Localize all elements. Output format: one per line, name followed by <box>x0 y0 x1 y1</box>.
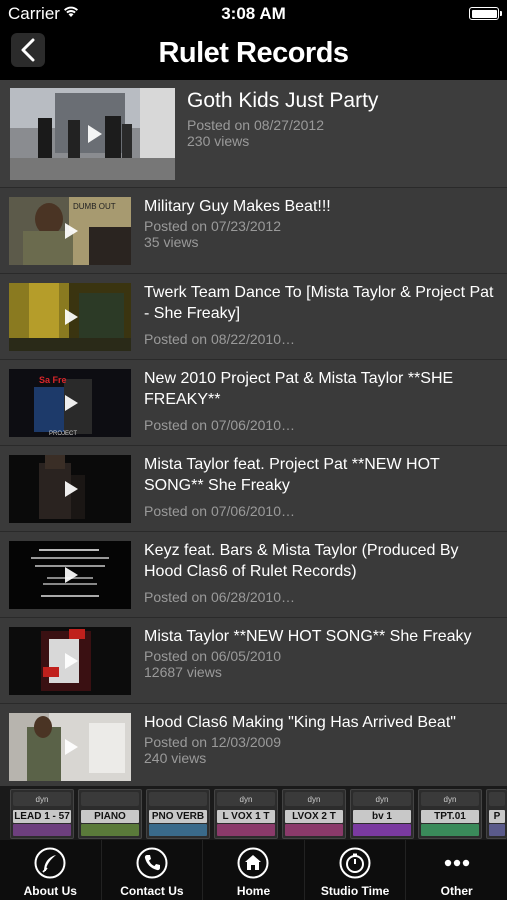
video-title: Mista Taylor **NEW HOT SONG** She Freaky <box>144 628 472 645</box>
video-list[interactable]: Goth Kids Just Party Posted on 08/27/201… <box>0 80 507 786</box>
mixer-channel: PNO VERB <box>146 789 210 839</box>
tab-home[interactable]: Home <box>203 840 305 900</box>
featured-video[interactable]: Goth Kids Just Party Posted on 08/27/201… <box>0 80 507 188</box>
video-posted-date: Posted on 06/05/2010 <box>144 648 282 664</box>
video-thumbnail[interactable] <box>9 627 131 695</box>
home-icon <box>237 847 269 879</box>
svg-text:Sa Fre: Sa Fre <box>39 375 67 385</box>
mixer-channel-label: L VOX 1 T <box>217 810 275 823</box>
play-icon <box>65 481 78 497</box>
video-posted-date: Posted on 07/23/2012 <box>144 218 282 234</box>
mixer-channel: dyn LVOX 2 T <box>282 789 346 839</box>
mixer-channel: dyn bv 1 <box>350 789 414 839</box>
page-title: Rulet Records <box>158 37 349 69</box>
tab-label: Contact Us <box>120 884 184 898</box>
video-title: Military Guy Makes Beat!!! <box>144 198 331 215</box>
svg-text:PROJECT: PROJECT <box>49 431 77 437</box>
video-posted-date: Posted on 08/22/2010… <box>144 331 296 347</box>
video-title: Hood Clas6 Making "King Has Arrived Beat… <box>144 714 456 731</box>
video-thumbnail[interactable] <box>9 455 131 523</box>
mixer-banner: dyn LEAD 1 - 57 PIANO PNO VERB dyn L VOX… <box>0 786 507 840</box>
video-posted-date: Posted on 07/06/2010… <box>144 503 296 519</box>
video-list-item[interactable]: Mista Taylor **NEW HOT SONG** She Freaky… <box>0 618 507 704</box>
video-list-item[interactable]: Keyz feat. Bars & Mista Taylor (Produced… <box>0 532 507 618</box>
tab-contact-us[interactable]: Contact Us <box>102 840 204 900</box>
svg-text:DUMB OUT: DUMB OUT <box>73 202 116 211</box>
play-icon <box>65 309 78 325</box>
video-views: 35 views <box>144 234 199 250</box>
video-posted-date: Posted on 08/27/2012 <box>187 117 325 133</box>
mixer-channel-label: PIANO <box>81 810 139 823</box>
video-title: Twerk Team Dance To [Mista Taylor & Proj… <box>144 284 494 322</box>
mixer-channel-label: PNO VERB <box>149 810 207 823</box>
video-posted-date: Posted on 06/28/2010… <box>144 589 296 605</box>
mixer-channel: P <box>486 789 507 839</box>
mixer-channel: dyn L VOX 1 T <box>214 789 278 839</box>
mixer-channel-label: P <box>489 810 505 823</box>
video-thumbnail[interactable]: Sa Fre PROJECT <box>9 369 131 437</box>
play-icon <box>65 739 78 755</box>
video-list-item[interactable]: Twerk Team Dance To [Mista Taylor & Proj… <box>0 274 507 360</box>
video-views: 12687 views <box>144 664 222 680</box>
mixer-channel: PIANO <box>78 789 142 839</box>
battery-icon <box>469 7 502 20</box>
play-icon <box>65 395 78 411</box>
mixer-channel-label: TPT.01 <box>421 810 479 823</box>
video-thumbnail[interactable]: DUMB OUT <box>9 197 131 265</box>
video-thumbnail[interactable] <box>9 713 131 781</box>
video-thumbnail[interactable] <box>9 541 131 609</box>
video-views: 230 views <box>187 133 250 149</box>
play-icon <box>65 567 78 583</box>
timer-icon <box>339 847 371 879</box>
play-icon <box>65 223 78 239</box>
video-list-item[interactable]: Mista Taylor feat. Project Pat **NEW HOT… <box>0 446 507 532</box>
video-list-item[interactable]: DUMB OUT Military Guy Makes Beat!!! Post… <box>0 188 507 274</box>
tab-about-us[interactable]: About Us <box>0 840 102 900</box>
video-posted-date: Posted on 12/03/2009 <box>144 734 282 750</box>
mixer-channel: dyn TPT.01 <box>418 789 482 839</box>
video-title: Keyz feat. Bars & Mista Taylor (Produced… <box>144 542 459 580</box>
video-views: 240 views <box>144 750 207 766</box>
tab-studio-time[interactable]: Studio Time <box>305 840 407 900</box>
feather-icon <box>34 847 66 879</box>
mixer-channel: dyn LEAD 1 - 57 <box>10 789 74 839</box>
video-thumbnail[interactable] <box>9 283 131 351</box>
tab-label: Home <box>236 884 271 898</box>
play-icon <box>87 125 102 143</box>
status-bar: Carrier 3:08 AM <box>0 0 507 28</box>
phone-icon <box>136 847 168 879</box>
nav-bar: Rulet Records <box>0 28 507 80</box>
more-icon <box>444 859 469 867</box>
tab-other[interactable]: Other <box>406 840 507 900</box>
tab-label: About Us <box>23 884 77 898</box>
video-thumbnail[interactable] <box>10 88 175 180</box>
video-list-item[interactable]: Hood Clas6 Making "King Has Arrived Beat… <box>0 704 507 786</box>
tab-bar: About Us Contact Us Home Studio Time Oth… <box>0 840 507 900</box>
video-title: Mista Taylor feat. Project Pat **NEW HOT… <box>144 456 440 494</box>
video-posted-date: Posted on 07/06/2010… <box>144 417 296 433</box>
video-list-item[interactable]: Sa Fre PROJECT New 2010 Project Pat & Mi… <box>0 360 507 446</box>
mixer-channel-label: bv 1 <box>353 810 411 823</box>
tab-label: Other <box>440 884 473 898</box>
clock: 3:08 AM <box>221 4 286 23</box>
mixer-channel-label: LEAD 1 - 57 <box>13 810 71 823</box>
play-icon <box>65 653 78 669</box>
tab-label: Studio Time <box>320 884 390 898</box>
mixer-channel-label: LVOX 2 T <box>285 810 343 823</box>
video-title: Goth Kids Just Party <box>187 89 379 112</box>
video-title: New 2010 Project Pat & Mista Taylor **SH… <box>144 370 454 408</box>
